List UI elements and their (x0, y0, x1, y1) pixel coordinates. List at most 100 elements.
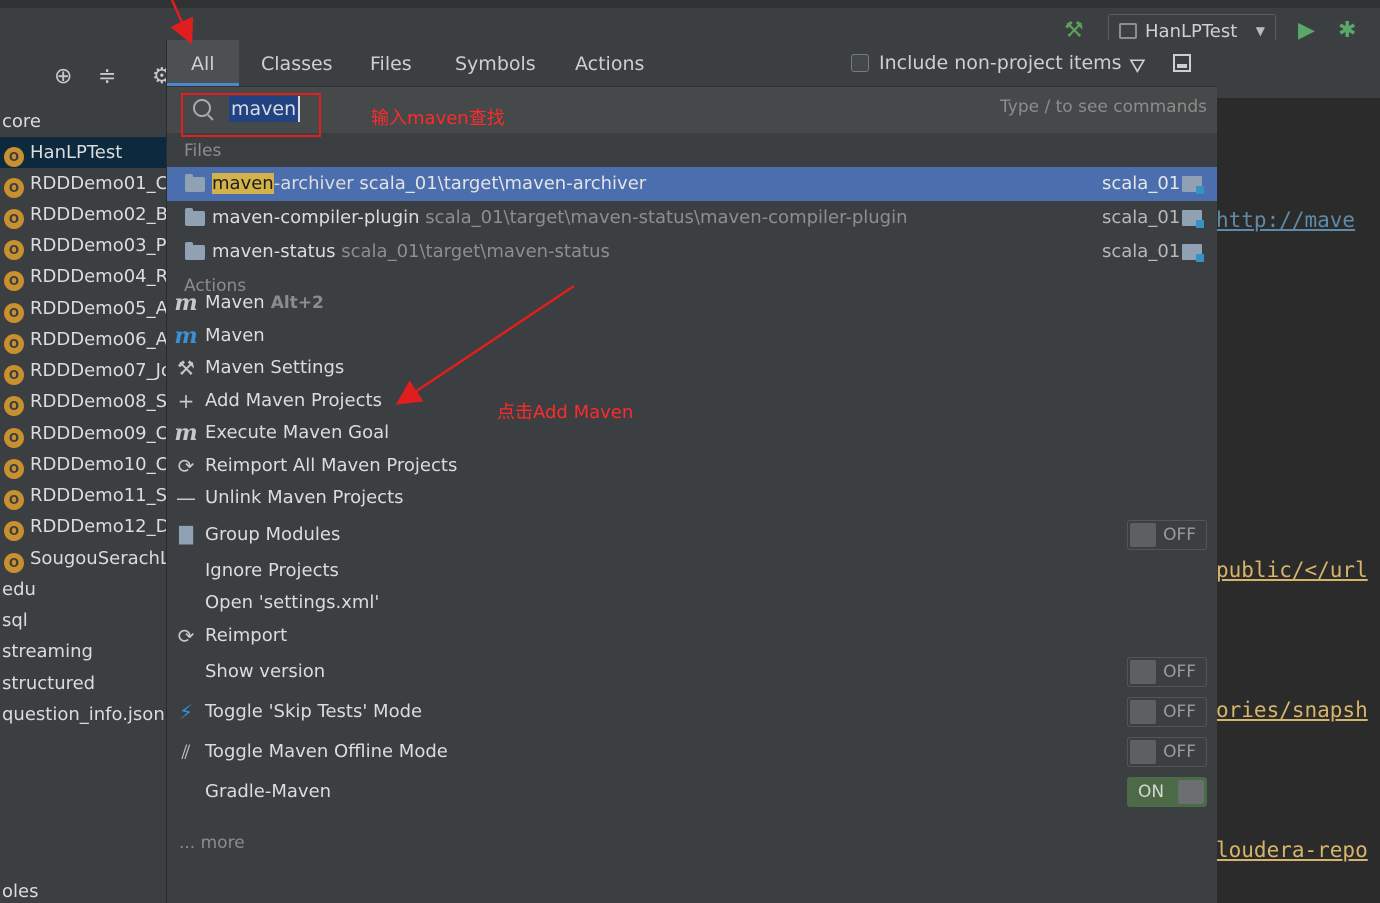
match-highlight: maven (212, 173, 274, 194)
action-result-row[interactable]: ⟳ Reimport All Maven Projects (167, 450, 1217, 482)
scala-object-icon: O (4, 178, 24, 198)
tree-item[interactable]: O HanLPTest (0, 137, 166, 168)
tab-actions[interactable]: Actions (575, 40, 644, 86)
tree-item-label: RDDDemo07_Jo (30, 360, 166, 381)
tree-item[interactable]: edu (0, 574, 36, 605)
action-result-row[interactable]: + Add Maven Projects (167, 385, 1217, 417)
editor-line: http://mave (1216, 208, 1356, 232)
tree-item[interactable]: O RDDDemo08_S (0, 386, 166, 417)
action-result-row[interactable]: Ignore Projects (167, 555, 1217, 587)
tree-item[interactable]: O RDDDemo04_R (0, 261, 166, 292)
chevron-down-icon: ▼ (1255, 24, 1265, 38)
action-result-row[interactable]: m Execute Maven Goal (167, 417, 1217, 449)
refresh-icon: ⟳ (177, 624, 195, 648)
file-result-row[interactable]: maven-archiver scala_01\target\maven-arc… (167, 167, 1217, 201)
tree-item-label: HanLPTest (30, 142, 123, 163)
action-result-row[interactable]: ⫽ Toggle Maven Offline Mode OFF (167, 736, 1217, 768)
include-non-project-checkbox[interactable] (851, 54, 869, 72)
action-result-row[interactable]: m Maven Alt+2 (167, 287, 1217, 319)
action-result-row[interactable]: — Unlink Maven Projects (167, 482, 1217, 514)
tree-item[interactable]: O RDDDemo06_A (0, 324, 166, 355)
locate-target-icon[interactable]: ⊕ (54, 64, 72, 89)
m-icon: m (174, 290, 198, 316)
tree-item[interactable]: O SougouSerachL (0, 543, 166, 574)
scala-object-icon: O (4, 521, 24, 541)
tree-item-label: RDDDemo12_D (30, 516, 166, 537)
toggle-switch[interactable]: OFF (1127, 657, 1207, 687)
tree-item[interactable]: O RDDDemo10_C (0, 449, 166, 480)
action-name: Group Modules (205, 524, 341, 545)
action-result-row[interactable]: Show version OFF (167, 656, 1217, 688)
action-result-row[interactable]: ▇ Group Modules OFF (167, 519, 1217, 551)
include-non-project-toggle[interactable]: Include non-project items (851, 52, 1122, 74)
action-result-row[interactable]: Gradle-Maven ON (167, 776, 1217, 808)
action-result-row[interactable]: ⚡ Toggle 'Skip Tests' Mode OFF (167, 696, 1217, 728)
action-name: Execute Maven Goal (205, 422, 390, 443)
tree-item-label: core (2, 111, 41, 132)
file-path: scala_01\target\maven-status\maven-compi… (425, 207, 908, 228)
tree-item[interactable]: structured (0, 668, 95, 699)
action-result-row[interactable]: m Maven (167, 320, 1217, 352)
scala-object-icon: O (4, 365, 24, 385)
tree-item[interactable]: O RDDDemo11_Sl (0, 480, 166, 511)
action-result-row[interactable]: Open 'settings.xml' (167, 587, 1217, 619)
filter-icon[interactable]: ⛛ (1129, 54, 1146, 78)
toggle-switch[interactable]: OFF (1127, 697, 1207, 727)
tree-item[interactable]: oles (0, 876, 38, 903)
scala-object-icon: O (4, 303, 24, 323)
tree-item[interactable]: O RDDDemo01_C (0, 168, 166, 199)
tree-item[interactable]: O RDDDemo03_P (0, 230, 166, 261)
action-name: Toggle 'Skip Tests' Mode (205, 701, 423, 722)
action-name: Reimport All Maven Projects (205, 455, 458, 476)
scala-object-icon: O (4, 396, 24, 416)
tab-symbols[interactable]: Symbols (455, 40, 536, 86)
tree-item-label: RDDDemo09_C (30, 423, 166, 444)
code-editor[interactable]: http://mave public/</url ories/snapsh lo… (1216, 98, 1380, 903)
file-path: scala_01\target\maven-archiver (359, 173, 647, 194)
tree-item[interactable]: O RDDDemo07_Jo (0, 355, 166, 386)
gear-icon[interactable]: ⚙ (152, 64, 166, 89)
tree-item[interactable]: sql (0, 605, 28, 636)
tree-item[interactable]: O RDDDemo12_D (0, 511, 166, 542)
file-path: scala_01\target\maven-status (341, 241, 610, 262)
tree-item[interactable]: O RDDDemo02_B (0, 199, 166, 230)
action-name: Ignore Projects (205, 560, 339, 581)
tab-all[interactable]: All (167, 40, 239, 86)
action-result-row[interactable]: ⟳ Reimport (167, 620, 1217, 652)
tab-classes[interactable]: Classes (261, 40, 333, 86)
module-icon (1182, 176, 1204, 194)
tree-item-label: streaming (2, 641, 93, 662)
action-label: Open 'settings.xml' (205, 587, 379, 619)
file-result-row[interactable]: maven-status scala_01\target\maven-statu… (167, 235, 1217, 269)
more-link[interactable]: ... more (179, 833, 245, 853)
tree-item[interactable]: streaming (0, 636, 93, 667)
toggle-knob (1178, 780, 1204, 804)
tree-item[interactable]: core (0, 106, 41, 137)
action-label: Ignore Projects (205, 555, 339, 587)
scala-object-icon: O (4, 428, 24, 448)
tree-item[interactable]: O RDDDemo05_A (0, 293, 166, 324)
toggle-switch[interactable]: ON (1127, 777, 1207, 807)
module-icon (1182, 244, 1204, 262)
file-result-row[interactable]: maven-compiler-plugin scala_01\target\ma… (167, 201, 1217, 235)
action-name: Show version (205, 661, 326, 682)
action-label: Reimport (205, 620, 287, 652)
bolt-icon: ⚡ (178, 700, 194, 724)
tree-item-label: RDDDemo05_A (30, 298, 166, 319)
tab-files[interactable]: Files (370, 40, 412, 86)
action-name: Open 'settings.xml' (205, 592, 380, 613)
toggle-state: OFF (1163, 742, 1196, 762)
scala-object-icon: O (4, 459, 24, 479)
action-name: Unlink Maven Projects (205, 487, 404, 508)
action-label: Add Maven Projects (205, 385, 382, 417)
action-result-row[interactable]: ⚒ Maven Settings (167, 352, 1217, 384)
collapse-all-icon[interactable]: ≑ (98, 64, 116, 89)
toggle-switch[interactable]: OFF (1127, 520, 1207, 550)
toggle-switch[interactable]: OFF (1127, 737, 1207, 767)
editor-line: ories/snapsh (1216, 698, 1368, 722)
folder-icon: ▇ (179, 524, 193, 545)
tree-item[interactable]: O RDDDemo09_C (0, 418, 166, 449)
toggle-state: OFF (1163, 525, 1196, 545)
tree-item[interactable]: question_info.json (0, 699, 165, 730)
open-in-window-icon[interactable] (1173, 54, 1191, 72)
